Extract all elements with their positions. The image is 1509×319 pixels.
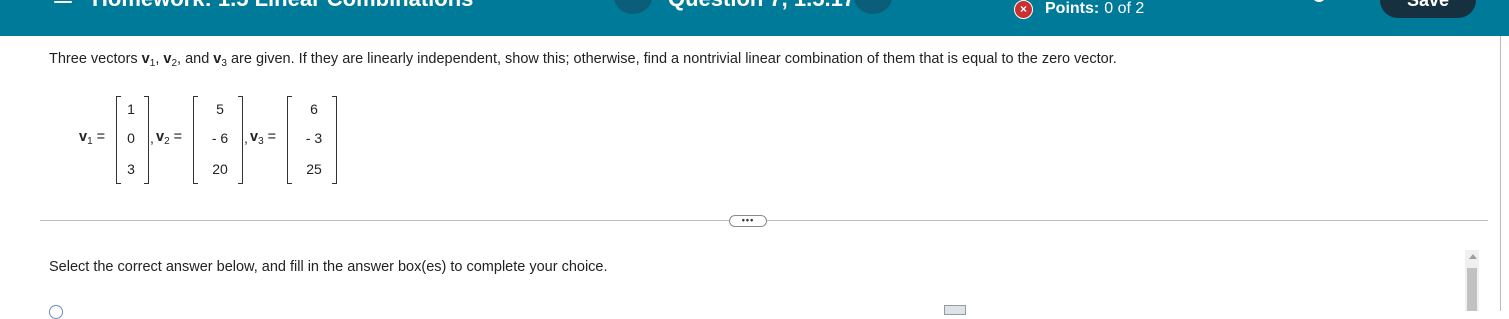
expand-more-button[interactable]: •••: [729, 215, 767, 227]
next-question-button[interactable]: [854, 0, 892, 14]
comma: ,: [244, 130, 248, 146]
v3-entry-3: 25: [306, 161, 322, 177]
v1-entry-3: 3: [127, 161, 135, 177]
answer-instruction: Select the correct answer below, and fil…: [49, 259, 608, 275]
question-label: Question 7, 1.5.17: [668, 0, 855, 12]
help-widget[interactable]: [944, 305, 966, 315]
v2-right-bracket: [238, 96, 243, 184]
v2-entry-3: 20: [212, 161, 228, 177]
v3-right-bracket: [332, 96, 337, 184]
scrollbar-thumb[interactable]: [1467, 268, 1477, 311]
scroll-up-arrow-icon[interactable]: [1469, 254, 1477, 259]
v1-right-bracket: [144, 96, 149, 184]
v3-entry-2: - 3: [305, 130, 323, 146]
save-button[interactable]: Save: [1380, 0, 1476, 18]
v3-left-bracket: [287, 96, 292, 184]
points-indicator: × Points: 0 of 2: [1014, 0, 1144, 20]
menu-icon[interactable]: [54, 0, 72, 4]
points-label: Points:: [1045, 0, 1100, 17]
v1-entry-1: 1: [127, 101, 135, 117]
comma: ,: [150, 130, 154, 146]
v2-entry-2: - 6: [211, 130, 229, 146]
v1-left-bracket: [116, 96, 121, 184]
v3-label: v3 =: [250, 129, 277, 147]
gear-icon[interactable]: [1310, 0, 1328, 4]
problem-prompt: Three vectors v1, v2, and v3 are given. …: [49, 51, 1117, 69]
v3-entry-1: 6: [310, 101, 318, 117]
previous-question-button[interactable]: [614, 0, 652, 14]
header-bar: Homework: 1.5 Linear Combinations Questi…: [0, 0, 1509, 36]
answer-choice-radio[interactable]: [49, 305, 63, 319]
v1-entry-2: 0: [127, 130, 135, 146]
homework-title: Homework: 1.5 Linear Combinations: [92, 0, 473, 12]
points-value: 0 of 2: [1104, 0, 1145, 17]
incorrect-x-icon: ×: [1014, 0, 1033, 19]
v1-label: v1 =: [79, 129, 106, 147]
v2-left-bracket: [193, 96, 198, 184]
v2-label: v2 =: [156, 129, 183, 147]
panel-edge: [1500, 36, 1501, 311]
v2-entry-1: 5: [216, 101, 224, 117]
